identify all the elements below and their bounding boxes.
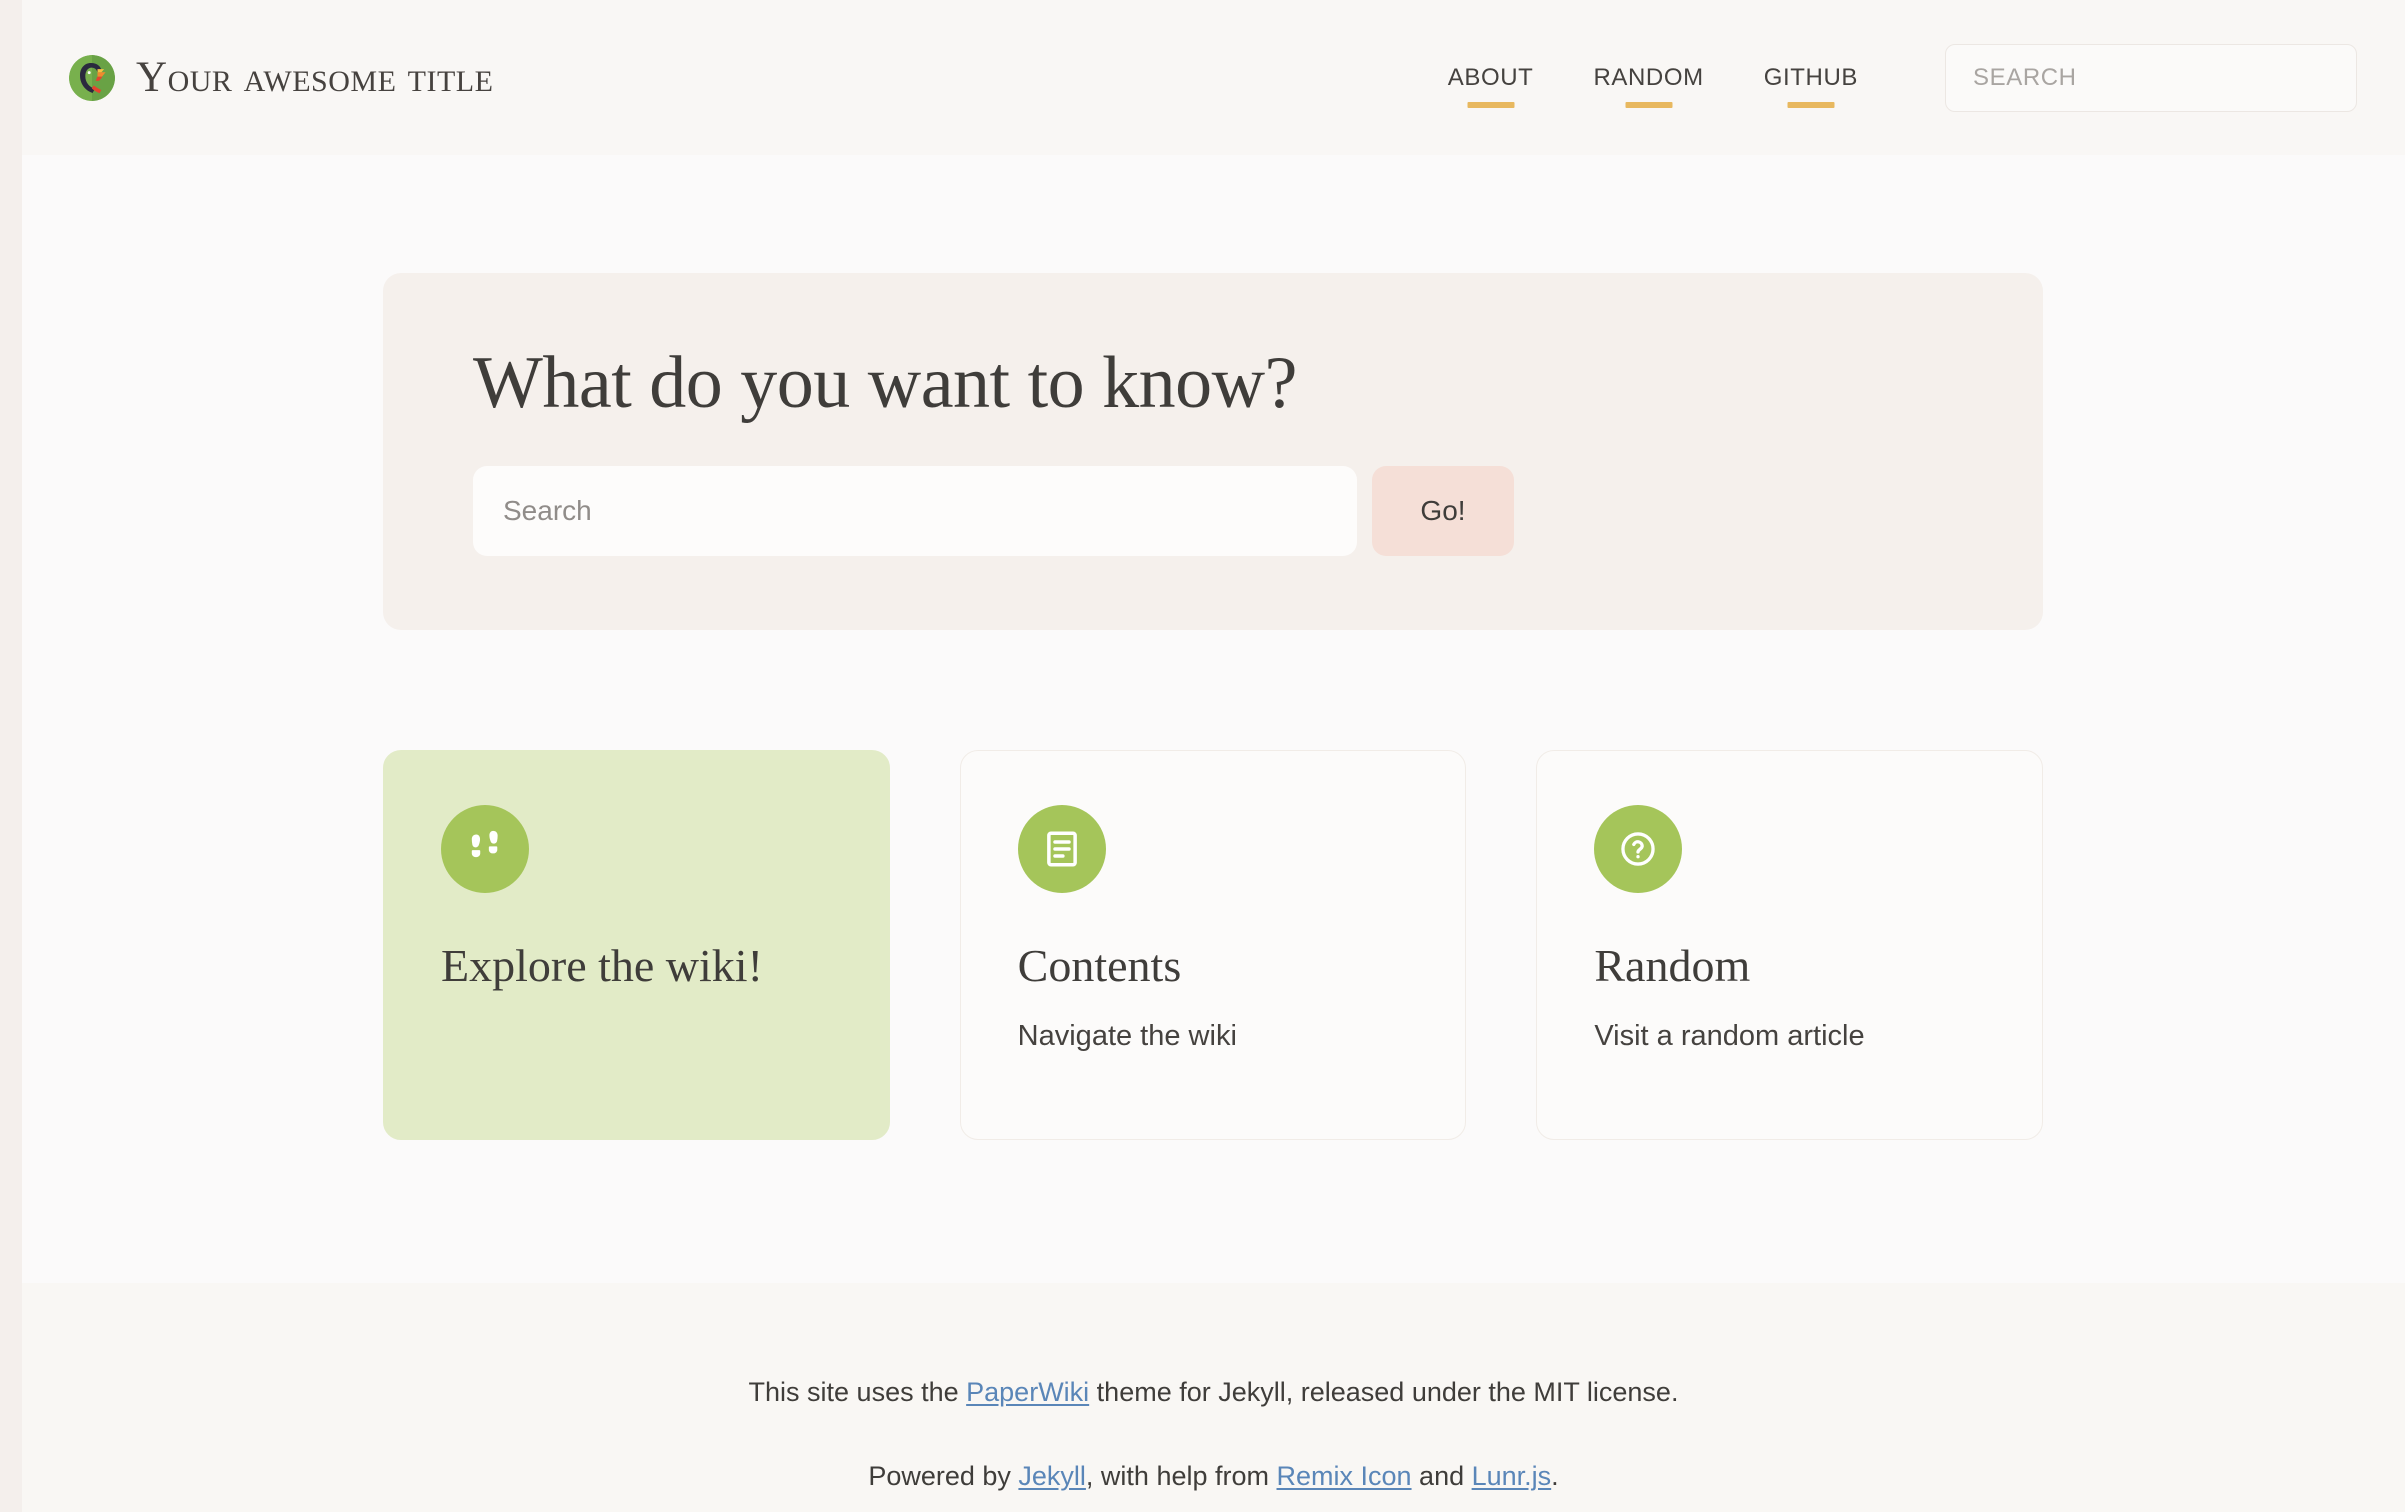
brand-home-link[interactable]: Your awesome title	[69, 55, 493, 101]
card-description: Visit a random article	[1594, 1018, 1985, 1056]
footer-line2-mid2: and	[1412, 1461, 1472, 1491]
card-description: Navigate the wiki	[1018, 1018, 1409, 1056]
nav-item: Random	[1563, 66, 1733, 90]
footer-link-lunrjs[interactable]: Lunr.js	[1472, 1461, 1552, 1491]
footer-link-remix-icon[interactable]: Remix Icon	[1277, 1461, 1412, 1491]
card-title: Explore the wiki!	[441, 941, 832, 992]
footsteps-icon	[441, 805, 529, 893]
content-wrapper: What do you want to know? Go!	[383, 273, 2043, 1140]
nav-link-about-label: About	[1448, 64, 1534, 91]
site-footer: This site uses the PaperWiki theme for J…	[22, 1283, 2405, 1512]
header-right-group: About Random Github	[1418, 44, 2357, 112]
nav-link-random-label: Random	[1593, 64, 1703, 91]
nav-underline-icon	[1467, 102, 1514, 108]
question-mark-circle-icon	[1594, 805, 1682, 893]
footer-line2-mid1: , with help from	[1086, 1461, 1277, 1491]
main-content: What do you want to know? Go!	[22, 155, 2405, 1283]
hero-search-form: Go!	[473, 466, 1953, 556]
card-contents[interactable]: Contents Navigate the wiki	[960, 750, 1467, 1140]
hero-search-submit-button[interactable]: Go!	[1372, 466, 1514, 556]
toucan-avatar-icon	[69, 55, 115, 101]
page-root: Your awesome title About Random	[22, 0, 2405, 1512]
hero-search-input[interactable]	[473, 466, 1357, 556]
header-search-input[interactable]	[1945, 44, 2357, 112]
site-title: Your awesome title	[136, 56, 493, 99]
footer-line1-post: theme for Jekyll, released under the MIT…	[1089, 1377, 1678, 1407]
card-random[interactable]: Random Visit a random article	[1536, 750, 2043, 1140]
quick-links-cards: Explore the wiki! Contents Navigate the …	[383, 750, 2043, 1140]
card-title: Random	[1594, 941, 1985, 992]
nav-item: About	[1418, 66, 1564, 90]
nav-underline-icon	[1787, 102, 1834, 108]
footer-link-paperwiki[interactable]: PaperWiki	[966, 1377, 1089, 1407]
card-explore-the-wiki[interactable]: Explore the wiki!	[383, 750, 890, 1140]
nav-link-github[interactable]: Github	[1734, 66, 1888, 90]
nav-link-github-label: Github	[1764, 64, 1858, 91]
footer-powered-by: Powered by Jekyll, with help from Remix …	[22, 1460, 2405, 1492]
document-list-icon	[1018, 805, 1106, 893]
card-title: Contents	[1018, 941, 1409, 992]
hero-title: What do you want to know?	[473, 346, 1953, 421]
nav-link-random[interactable]: Random	[1563, 66, 1733, 90]
hero-search-panel: What do you want to know? Go!	[383, 273, 2043, 630]
footer-theme-credit: This site uses the PaperWiki theme for J…	[22, 1376, 2405, 1408]
footer-line2-post: .	[1551, 1461, 1559, 1491]
nav-link-about[interactable]: About	[1418, 66, 1564, 90]
primary-nav: About Random Github	[1418, 66, 1888, 90]
footer-link-jekyll[interactable]: Jekyll	[1018, 1461, 1086, 1491]
site-header: Your awesome title About Random	[22, 0, 2405, 155]
footer-line1-pre: This site uses the	[749, 1377, 967, 1407]
nav-underline-icon	[1625, 102, 1672, 108]
footer-line2-pre: Powered by	[868, 1461, 1018, 1491]
nav-item: Github	[1734, 66, 1888, 90]
